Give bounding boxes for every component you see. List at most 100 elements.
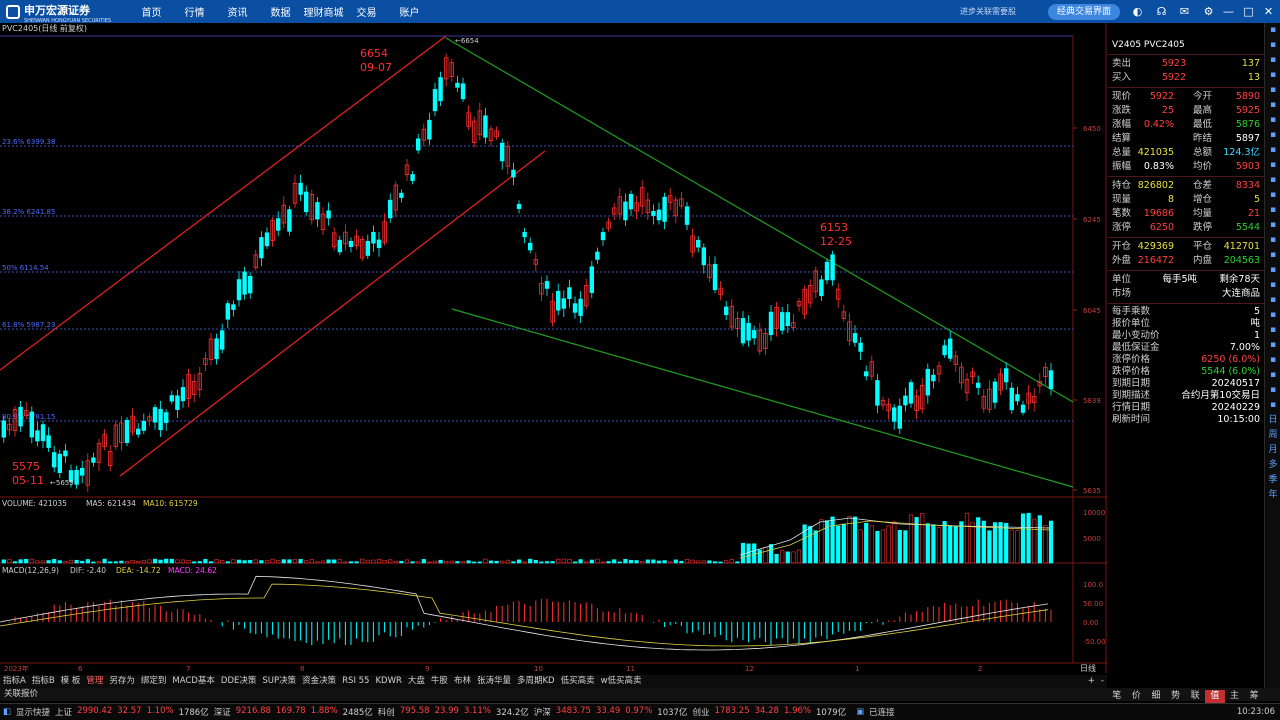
lower-channel-line[interactable]	[119, 150, 546, 477]
panel-tab[interactable]: 势	[1166, 690, 1186, 703]
panel-tab[interactable]: 笔	[1107, 690, 1127, 703]
indicator-tab[interactable]: 大盘	[405, 675, 428, 688]
close-icon[interactable]: ✕	[1262, 5, 1275, 18]
tool-icon[interactable]: ▪	[1265, 188, 1280, 203]
tool-icon[interactable]: ▪	[1265, 263, 1280, 278]
menu-item[interactable]: 数据	[259, 4, 302, 19]
settings-icon[interactable]: ⚙	[1202, 5, 1215, 18]
candle-body	[46, 435, 51, 448]
quote-row: 结算 昨结 5897	[1108, 132, 1264, 146]
tool-icon[interactable]: ▪	[1265, 353, 1280, 368]
menu-item[interactable]: 首页	[130, 4, 173, 19]
tool-icon[interactable]: ▪	[1265, 38, 1280, 53]
macd-value: MACD: 24.62	[168, 566, 217, 575]
indicator-tab[interactable]: 资金决策	[299, 675, 339, 688]
panel-tab[interactable]: 价	[1127, 690, 1147, 703]
indicator-tab[interactable]: 绑定到	[138, 675, 170, 688]
menu-item[interactable]: 理财商城	[302, 4, 345, 19]
volume-bar	[668, 561, 673, 564]
menu-item[interactable]: 行情	[173, 4, 216, 19]
tool-icon[interactable]: ▪	[1265, 233, 1280, 248]
panel-tab[interactable]: 联	[1186, 690, 1206, 703]
period-tab[interactable]: 日	[1265, 413, 1280, 428]
candle-body	[1048, 370, 1054, 389]
tool-icon[interactable]: ▪	[1265, 278, 1280, 293]
tool-icon[interactable]: ▪	[1265, 68, 1280, 83]
tool-icon[interactable]: ▪	[1265, 398, 1280, 413]
menu-item[interactable]: 交易	[345, 4, 388, 19]
tool-icon[interactable]: ▪	[1265, 248, 1280, 263]
tool-icon[interactable]: ▪	[1265, 83, 1280, 98]
tool-icon[interactable]: ▪	[1265, 113, 1280, 128]
indicator-tab[interactable]: 指标A	[0, 675, 29, 688]
candle-body	[528, 242, 533, 251]
indicator-tab[interactable]: w低买高卖	[598, 675, 645, 688]
linked-quote-label[interactable]: 关联报价	[0, 688, 38, 701]
panel-tab[interactable]: 筹	[1244, 690, 1264, 703]
indicator-tab[interactable]: 另存为	[106, 675, 138, 688]
broker-logo[interactable]: 申万宏源证券 SHENWAN HONGYUAN SECURITIES	[0, 0, 120, 24]
candle-body	[63, 450, 68, 457]
indicator-tab[interactable]: DDE决策	[218, 675, 259, 688]
menu-item[interactable]: 资讯	[216, 4, 259, 19]
tool-icon[interactable]: ▪	[1265, 23, 1280, 38]
tool-icon[interactable]: ▪	[1265, 203, 1280, 218]
tool-icon[interactable]: ▪	[1265, 308, 1280, 323]
indicator-tab[interactable]: 管理	[83, 675, 106, 688]
add-tab-button[interactable]: +	[1085, 675, 1098, 688]
ask-row[interactable]: 卖出 5923 137	[1108, 57, 1264, 71]
tool-icon[interactable]: ▪	[1265, 293, 1280, 308]
indicator-tab[interactable]: 布林	[451, 675, 474, 688]
tool-icon[interactable]: ▪	[1265, 218, 1280, 233]
tool-icon[interactable]: ▪	[1265, 383, 1280, 398]
info-label: 最低保证金	[1112, 342, 1160, 353]
support-line[interactable]	[451, 308, 1074, 488]
volume-bar	[248, 559, 253, 564]
period-tab[interactable]: 多	[1265, 458, 1280, 473]
period-tab[interactable]: 月	[1265, 443, 1280, 458]
indicator-tab[interactable]: SUP决策	[259, 675, 299, 688]
panel-tab[interactable]: 细	[1146, 690, 1166, 703]
indicator-tab[interactable]: 指标B	[29, 675, 58, 688]
field-value	[1134, 132, 1174, 146]
mail-icon[interactable]: ✉	[1178, 5, 1191, 18]
panel-tab[interactable]: 值	[1205, 690, 1225, 703]
tool-icon[interactable]: ▪	[1265, 98, 1280, 113]
remove-tab-button[interactable]: -	[1098, 675, 1107, 688]
minimize-icon[interactable]: —	[1222, 5, 1235, 18]
bid-row[interactable]: 买入 5922 13	[1108, 71, 1264, 85]
shortcut-label[interactable]: 显示快捷	[16, 706, 50, 718]
indicator-tab[interactable]: RSI 55	[339, 675, 372, 688]
classic-trade-button[interactable]: 经典交易界面	[1048, 4, 1120, 20]
indicator-tab[interactable]: KDWR	[372, 675, 404, 688]
indicator-tab[interactable]: 张涛华量	[474, 675, 514, 688]
tool-icon[interactable]: ▪	[1265, 323, 1280, 338]
tool-icon[interactable]: ▪	[1265, 158, 1280, 173]
period-tab[interactable]: 年	[1265, 488, 1280, 503]
tool-icon[interactable]: ▪	[1265, 143, 1280, 158]
period-label[interactable]: 日线	[1080, 663, 1096, 673]
candle-body	[925, 368, 930, 396]
kline-chart[interactable]: 23.6% 6399.38 38.2% 6241.85 50% 6114.54 61.…	[0, 23, 1107, 673]
headset-icon[interactable]: ☊	[1155, 5, 1168, 18]
indicator-tab[interactable]: 低买高卖	[558, 675, 598, 688]
indicator-tab[interactable]: 模 板	[58, 675, 84, 688]
info-label: 跌停价格	[1112, 366, 1151, 377]
menu-item[interactable]: 账户	[388, 4, 431, 19]
period-tab[interactable]: 周	[1265, 428, 1280, 443]
indicator-tab[interactable]: 多周期KD	[514, 675, 558, 688]
tool-icon[interactable]: ▪	[1265, 173, 1280, 188]
volume-bar	[662, 560, 667, 564]
indicator-tab[interactable]: MACD基本	[169, 675, 217, 688]
tool-icon[interactable]: ▪	[1265, 53, 1280, 68]
panel-tab[interactable]: 主	[1225, 690, 1245, 703]
maximize-icon[interactable]: □	[1242, 5, 1255, 18]
tool-icon[interactable]: ▪	[1265, 368, 1280, 383]
tool-icon[interactable]: ▪	[1265, 338, 1280, 353]
shortcut-icon[interactable]: ◧	[3, 707, 11, 717]
skin-icon[interactable]: ◐	[1131, 5, 1144, 18]
indicator-tab[interactable]: 牛股	[428, 675, 451, 688]
tool-icon[interactable]: ▪	[1265, 128, 1280, 143]
upper-channel-line[interactable]	[0, 35, 447, 371]
period-tab[interactable]: 季	[1265, 473, 1280, 488]
